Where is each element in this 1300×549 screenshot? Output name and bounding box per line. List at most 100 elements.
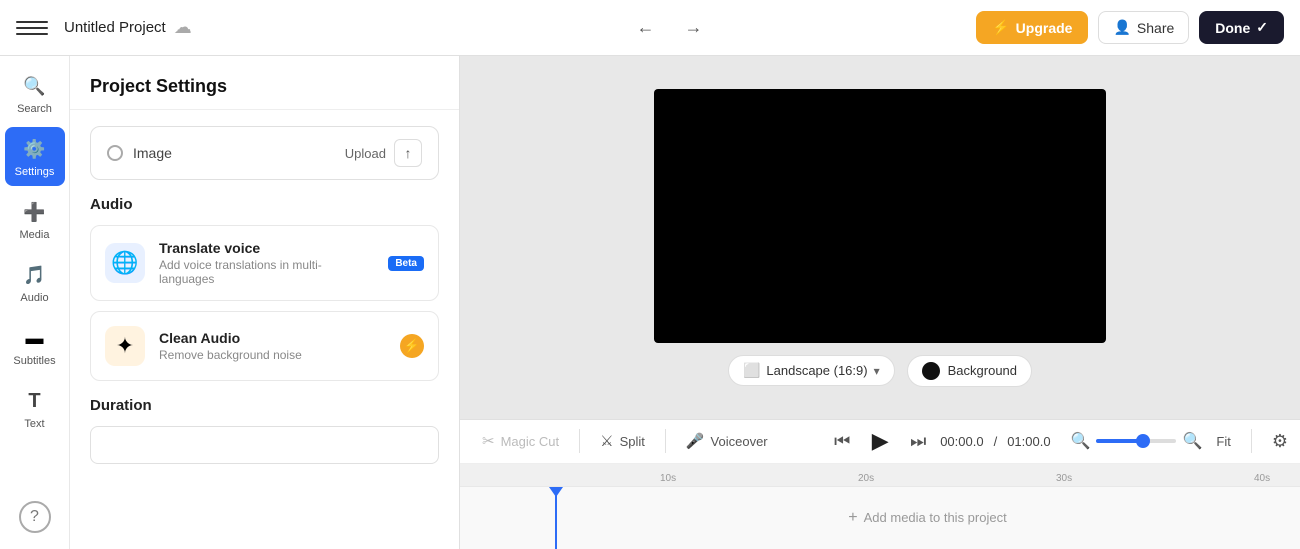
voiceover-button[interactable]: 🎤 Voiceover — [676, 426, 778, 456]
add-media-label: Add media to this project — [864, 510, 1007, 525]
ruler-marks-row: 10s 20s 30s 40s 50s 1m — [460, 464, 1300, 486]
share-button[interactable]: 👤 Share — [1098, 11, 1189, 44]
duration-input[interactable] — [90, 426, 439, 464]
clean-audio-card[interactable]: ✦ Clean Audio Remove background noise ⚡ — [90, 311, 439, 381]
split-button[interactable]: ⚔ Split — [590, 426, 655, 456]
audio-icon: 🎵 — [21, 261, 49, 289]
ruler-mark-40s: 40s — [1254, 473, 1270, 484]
cloud-icon: ☁ — [174, 17, 192, 38]
add-plus-icon: + — [848, 509, 857, 527]
image-radio[interactable] — [107, 145, 123, 161]
timeline-toolbar: ✂ Magic Cut ⚔ Split 🎤 Voiceover ⏮ ▶ ⏭ — [460, 420, 1300, 464]
time-total: 01:00.0 — [1007, 434, 1050, 449]
topbar-actions: ⚡ Upgrade 👤 Share Done ✓ — [976, 11, 1284, 44]
video-preview — [654, 89, 1106, 343]
landscape-icon: ⬜ — [743, 362, 760, 379]
ruler-mark-20s: 20s — [858, 473, 874, 484]
zoom-in-button[interactable]: 🔍 — [1182, 431, 1202, 451]
text-icon: T — [21, 387, 49, 415]
landscape-label: Landscape (16:9) — [766, 363, 867, 378]
sidebar-item-media[interactable]: ➕ Media — [5, 190, 65, 249]
translate-icon: 🌐 — [105, 243, 145, 283]
project-title: Untitled Project — [64, 19, 166, 36]
background-label: Background — [948, 363, 1017, 378]
timeline-track[interactable]: + Add media to this project — [460, 486, 1300, 549]
play-button[interactable]: ▶ — [864, 425, 896, 457]
sidebar-item-audio[interactable]: 🎵 Audio — [5, 253, 65, 312]
main-content: 🔍 Search ⚙️ Settings ➕ Media 🎵 Audio ▬ S… — [0, 56, 1300, 549]
image-upload-row: Image Upload ↑ — [90, 126, 439, 180]
zoom-out-button[interactable]: 🔍 — [1071, 431, 1091, 451]
settings-title: Project Settings — [90, 76, 439, 97]
skip-back-button[interactable]: ⏮ — [828, 427, 856, 455]
add-media-row[interactable]: + Add media to this project — [555, 487, 1300, 549]
menu-button[interactable] — [16, 12, 48, 44]
upload-button[interactable]: Upload — [345, 146, 386, 161]
sidebar: 🔍 Search ⚙️ Settings ➕ Media 🎵 Audio ▬ S… — [0, 56, 70, 549]
background-color-swatch — [922, 362, 940, 380]
translate-voice-text: Translate voice Add voice translations i… — [159, 240, 374, 286]
zoom-section: 🔍 🔍 Fit ⚙ — [1071, 429, 1288, 453]
sidebar-item-settings[interactable]: ⚙️ Settings — [5, 127, 65, 186]
redo-button[interactable]: → — [677, 12, 709, 44]
clean-audio-name: Clean Audio — [159, 330, 386, 346]
upload-icon-button[interactable]: ↑ — [394, 139, 422, 167]
help-button[interactable]: ? — [19, 501, 51, 533]
topbar: Untitled Project ☁ ← → ⚡ Upgrade 👤 Share… — [0, 0, 1300, 56]
title-section: Untitled Project ☁ — [56, 17, 363, 38]
playhead — [555, 487, 557, 549]
duration-section-title: Duration — [90, 397, 439, 414]
magic-cut-button[interactable]: ✂ Magic Cut — [472, 426, 569, 456]
help-icon: ? — [30, 508, 39, 526]
sidebar-item-text[interactable]: T Text — [5, 379, 65, 438]
ruler-mark-30s: 30s — [1056, 473, 1072, 484]
ruler-mark-10s: 10s — [660, 473, 676, 484]
sidebar-item-subtitles[interactable]: ▬ Subtitles — [5, 316, 65, 375]
topbar-center: ← → — [371, 12, 968, 44]
search-icon: 🔍 — [21, 72, 49, 100]
timeline-settings-icon[interactable]: ⚙ — [1272, 431, 1288, 452]
settings-panel: Project Settings Image Upload ↑ Audio — [70, 56, 460, 549]
upgrade-button[interactable]: ⚡ Upgrade — [976, 11, 1088, 44]
time-current: 00:00.0 — [940, 434, 983, 449]
clean-audio-icon: ✦ — [105, 326, 145, 366]
time-separator: / — [994, 434, 998, 449]
preview-area: ⬜ Landscape (16:9) ▾ Background — [460, 56, 1300, 419]
toolbar-separator-3 — [1251, 429, 1252, 453]
image-label: Image — [133, 145, 172, 161]
playback-section: ⏮ ▶ ⏭ 00:00.0 / 01:00.0 — [828, 425, 1050, 457]
microphone-icon: 🎤 — [686, 432, 705, 450]
upgrade-badge: ⚡ — [400, 334, 424, 358]
settings-body[interactable]: Image Upload ↑ Audio 🌐 Translate voice A… — [70, 110, 459, 549]
timeline-area: ✂ Magic Cut ⚔ Split 🎤 Voiceover ⏮ ▶ ⏭ — [460, 419, 1300, 549]
upload-controls: Upload ↑ — [345, 139, 422, 167]
check-icon: ✓ — [1256, 19, 1268, 36]
image-option: Image — [107, 145, 172, 161]
lightning-icon: ⚡ — [992, 19, 1009, 36]
fit-button[interactable]: Fit — [1208, 430, 1238, 453]
chevron-down-icon: ▾ — [874, 364, 880, 378]
audio-section-title: Audio — [90, 196, 439, 213]
timeline-ruler: 10s 20s 30s 40s 50s 1m + Add media to th… — [460, 464, 1300, 549]
toolbar-separator-2 — [665, 429, 666, 453]
share-icon: 👤 — [1113, 19, 1130, 36]
background-button[interactable]: Background — [907, 355, 1032, 387]
translate-voice-card[interactable]: 🌐 Translate voice Add voice translations… — [90, 225, 439, 301]
undo-button[interactable]: ← — [629, 12, 661, 44]
media-add-icon: ➕ — [21, 198, 49, 226]
split-icon: ⚔ — [600, 432, 613, 450]
translate-voice-desc: Add voice translations in multi-language… — [159, 258, 374, 286]
right-section: ⬜ Landscape (16:9) ▾ Background ✂ Magic … — [460, 56, 1300, 549]
beta-badge: Beta — [388, 256, 424, 271]
skip-forward-button[interactable]: ⏭ — [904, 427, 932, 455]
settings-icon: ⚙️ — [21, 135, 49, 163]
landscape-button[interactable]: ⬜ Landscape (16:9) ▾ — [728, 355, 895, 386]
clean-audio-desc: Remove background noise — [159, 348, 386, 362]
zoom-slider[interactable] — [1096, 439, 1176, 443]
magic-cut-icon: ✂ — [482, 432, 495, 450]
done-button[interactable]: Done ✓ — [1199, 11, 1284, 44]
toolbar-separator-1 — [579, 429, 580, 453]
preview-controls-row: ⬜ Landscape (16:9) ▾ Background — [728, 355, 1032, 387]
sidebar-item-search[interactable]: 🔍 Search — [5, 64, 65, 123]
clean-audio-text: Clean Audio Remove background noise — [159, 330, 386, 362]
